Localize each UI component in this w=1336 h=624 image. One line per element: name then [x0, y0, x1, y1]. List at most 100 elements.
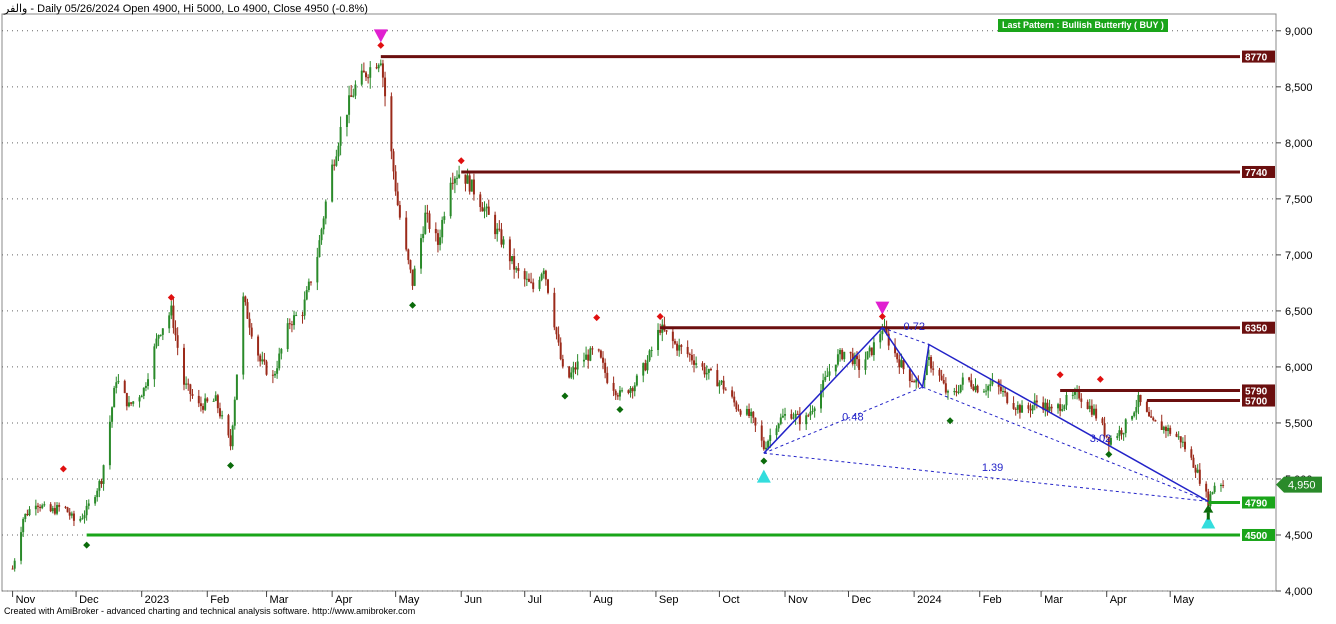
candle-body [439, 237, 442, 245]
candle-body [695, 363, 698, 365]
candle-body [707, 368, 710, 373]
candle-body [902, 360, 905, 370]
pattern-label: Last Pattern : Bullish Butterfly ( BUY ) [998, 19, 1168, 32]
candle-body [659, 329, 662, 333]
candle-body [587, 354, 590, 361]
candle-body [123, 380, 126, 393]
candle-body [767, 440, 770, 448]
y-gridlines [2, 30, 1281, 592]
candle-body [508, 239, 511, 262]
candle-body [231, 425, 234, 447]
candle-body [494, 214, 497, 235]
candle-body [1207, 491, 1210, 507]
candle-body [957, 392, 960, 394]
candle-body [604, 362, 607, 373]
diamond-marker [409, 301, 417, 309]
candle-body [1192, 457, 1195, 468]
x-tick-label: Mar [270, 594, 289, 606]
candle-body [422, 233, 425, 239]
candle-body [642, 363, 645, 376]
candle-body [576, 361, 579, 370]
candle-body [930, 356, 933, 369]
candle-body [333, 164, 336, 166]
candle-body [1029, 408, 1032, 411]
candle-body [779, 417, 782, 424]
x-tick-label: Feb [983, 594, 1002, 606]
candle-body [570, 372, 573, 378]
candle-body [703, 366, 706, 375]
candle-body [1061, 409, 1064, 411]
candle-body [117, 380, 120, 383]
candle-body [976, 385, 979, 393]
candle-body [51, 508, 54, 512]
candle-body [1131, 416, 1134, 420]
x-tick-label: Feb [210, 594, 229, 606]
candle-body [680, 345, 683, 347]
candle-body [68, 512, 71, 516]
candle-body [716, 370, 719, 387]
candle-body [955, 391, 958, 393]
candle-body [1222, 484, 1225, 486]
candle-body [56, 505, 59, 514]
y-tick-label: 9,000 [1285, 26, 1313, 38]
candle-body [362, 70, 365, 73]
candle-body [784, 414, 787, 416]
butterfly-ratio-label: 0.72 [904, 321, 925, 333]
candle-body [606, 372, 609, 383]
signal-markers [59, 29, 1216, 549]
candle-body [737, 409, 740, 411]
candle-body [98, 481, 101, 491]
candle-body [673, 341, 676, 344]
candle-body [523, 270, 526, 280]
candle-body [1027, 405, 1030, 409]
candle-body [597, 349, 600, 351]
y-tick-label: 7,000 [1285, 250, 1313, 262]
candle-body [204, 398, 207, 410]
candle-body [94, 497, 97, 504]
x-tick-label: Dec [852, 594, 872, 606]
footer-credit: Created with AmiBroker - advanced charti… [4, 606, 416, 616]
candle-body [367, 77, 370, 79]
candle-body [1120, 430, 1123, 435]
candle-body [1213, 485, 1216, 493]
candle-body [233, 399, 236, 426]
candle-body [185, 383, 188, 385]
candle-body [627, 390, 630, 393]
candle-body [585, 354, 588, 360]
candle-body [1133, 412, 1136, 417]
arrow-up-marker [1203, 504, 1214, 513]
candle-body [1177, 436, 1180, 438]
candle-body [396, 191, 399, 206]
candle-body [1004, 390, 1007, 393]
x-tick-label: Apr [1110, 594, 1127, 606]
candle-body [650, 349, 653, 351]
candle-body [970, 380, 973, 387]
candle-body [187, 383, 190, 385]
candle-body [807, 415, 810, 417]
diamond-marker [83, 541, 91, 549]
arrow-up-stem [1206, 512, 1210, 520]
x-tick-label: Dec [79, 594, 99, 606]
candle-body [553, 292, 556, 328]
candle-body [41, 505, 44, 509]
candle-body [762, 440, 765, 450]
candle-body [420, 238, 423, 269]
candle-body [775, 428, 778, 436]
candle-body [286, 323, 289, 350]
candle-body [999, 386, 1002, 392]
diamond-marker [59, 465, 67, 473]
triangle-down-marker [373, 29, 388, 43]
candle-body [1190, 449, 1193, 458]
candle-body [337, 145, 340, 157]
candle-body [1179, 436, 1182, 443]
candle-body [1012, 403, 1015, 409]
candle-body [271, 374, 274, 376]
candle-body [961, 377, 964, 385]
candle-body [701, 363, 704, 367]
candle-body [449, 182, 452, 217]
candle-body [834, 364, 837, 372]
candle-body [633, 385, 636, 392]
candle-body [911, 380, 913, 382]
candle-body [1078, 390, 1081, 399]
candle-body [621, 390, 624, 392]
